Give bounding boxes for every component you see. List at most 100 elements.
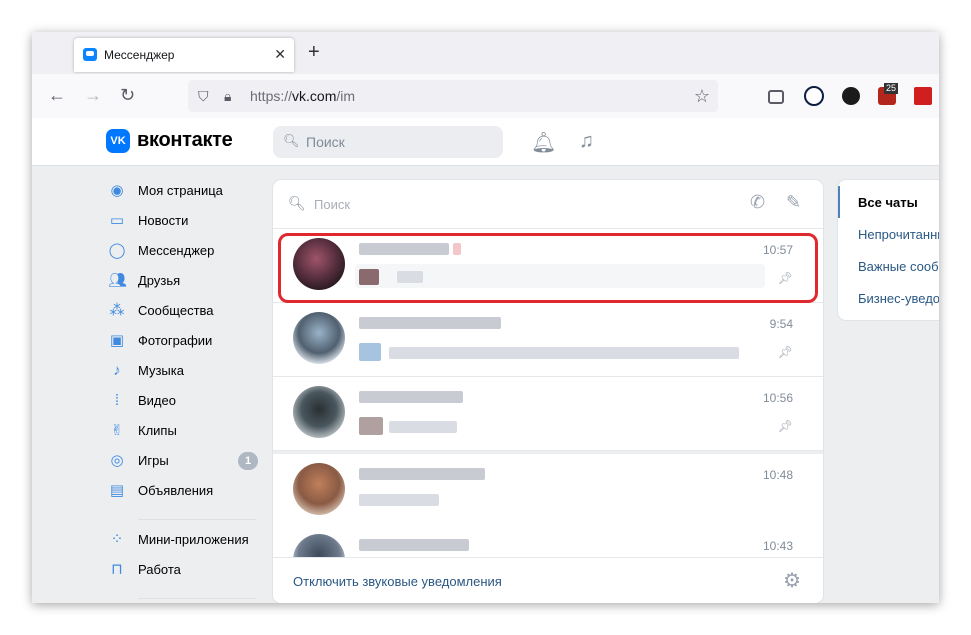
sidebar-item-ads[interactable]: ▤ Объявления <box>108 480 268 504</box>
blurred-contact-name <box>359 243 449 255</box>
blurred-message-text <box>389 421 457 433</box>
sidebar-item-games[interactable]: ◎ Игры 1 <box>108 450 268 474</box>
conversation-item[interactable]: 10:57 📌︎ <box>273 229 823 303</box>
chat-list-panel: 🔍︎ Поиск ✆ ✎ 10:57 📌︎ 9:54 📌︎ 10:56 📌︎ 1… <box>273 180 823 603</box>
navigation-bar: ← → ↻ ⛉ 🔒︎ https://vk.com/im ☆ 25 <box>32 74 939 119</box>
work-icon: ⊓ <box>111 561 123 578</box>
conversation-time: 10:43 <box>762 539 793 553</box>
chat-filters-panel: Все чаты Непрочитанные Важные сообщения … <box>838 180 939 320</box>
conversation-item[interactable]: 9:54 📌︎ <box>273 303 823 377</box>
sidebar-item-mini-apps[interactable]: ⁘ Мини-приложения <box>108 529 268 553</box>
sidebar-item-photos[interactable]: ▣ Фотографии <box>108 330 268 354</box>
vk-search-input[interactable]: 🔍︎ Поиск <box>273 126 503 158</box>
sidebar-item-video[interactable]: ⁞ Видео <box>108 390 268 414</box>
avatar <box>293 386 345 438</box>
sidebar-item-work[interactable]: ⊓ Работа <box>108 559 268 583</box>
blurred-sender-avatar <box>359 417 383 435</box>
sidebar-item-label: Игры <box>138 453 169 468</box>
sidebar-item-my-page[interactable]: ◉ Моя страница <box>108 180 268 204</box>
sidebar-item-label: Друзья <box>138 273 181 288</box>
music-note-icon[interactable]: ♫ <box>579 130 594 153</box>
user-circle-icon: ◉ <box>110 182 124 199</box>
red-extension-icon[interactable] <box>914 87 932 105</box>
sidebar-item-messenger[interactable]: ◯ Мессенджер <box>108 240 268 264</box>
ads-icon: ▤ <box>109 482 125 499</box>
back-arrow-icon[interactable]: ← <box>48 86 66 104</box>
sidebar-item-label: Объявления <box>138 483 214 498</box>
conversation-time: 10:48 <box>762 468 793 482</box>
sidebar-divider <box>138 519 256 520</box>
pin-icon[interactable]: 📌︎ <box>778 345 793 359</box>
sidebar-item-friends[interactable]: 👥︎ Друзья <box>108 270 268 294</box>
avatar <box>293 312 345 364</box>
lock-icon[interactable]: 🔒︎ <box>224 88 231 105</box>
url-bar[interactable]: ⛉ 🔒︎ https://vk.com/im ☆ <box>188 80 718 112</box>
pocket-icon[interactable] <box>768 90 784 104</box>
conversation-time: 10:56 <box>762 391 793 405</box>
browser-window: Мессенджер ✕ + ← → ↻ ⛉ 🔒︎ https://vk.com… <box>32 32 939 603</box>
blurred-message-text <box>397 271 423 283</box>
news-icon: ▭ <box>109 212 125 229</box>
filter-business[interactable]: Бизнес-уведомления <box>838 282 939 314</box>
sidebar-item-label: Моя страница <box>138 183 223 198</box>
vk-search-placeholder: Поиск <box>306 134 345 150</box>
vk-logo-icon[interactable]: VK <box>106 129 130 153</box>
sidebar-item-label: Сообщества <box>138 303 214 318</box>
sidebar-item-label: Новости <box>138 213 189 228</box>
timer-extension-icon[interactable] <box>804 86 824 106</box>
sidebar-item-label: Клипы <box>138 423 177 438</box>
sidebar-item-label: Мессенджер <box>138 243 215 258</box>
avatar <box>293 238 345 290</box>
blurred-contact-name <box>359 391 463 403</box>
close-tab-icon[interactable]: ✕ <box>274 46 286 63</box>
shield-icon[interactable]: ⛉ <box>198 88 209 105</box>
music-icon: ♪ <box>113 362 121 379</box>
browser-tab[interactable]: Мессенджер ✕ <box>74 38 294 72</box>
conversation-item[interactable]: 10:56 📌︎ <box>273 377 823 451</box>
sidebar-item-clips[interactable]: ✌︎ Клипы <box>108 420 268 444</box>
vk-brand-name[interactable]: вконтакте <box>137 129 233 152</box>
sidebar-item-news[interactable]: ▭ Новости <box>108 210 268 234</box>
communities-icon: ⁂ <box>109 302 125 319</box>
filter-label: Все чаты <box>858 195 918 210</box>
notifications-bell-icon[interactable]: 🔔︎ <box>531 130 556 155</box>
tab-title: Мессенджер <box>104 48 175 62</box>
vk-messenger-favicon-icon <box>83 48 97 61</box>
avatar <box>293 463 345 515</box>
dark-extension-icon[interactable] <box>842 87 860 105</box>
conversation-time: 9:54 <box>769 317 793 331</box>
chat-search-placeholder: Поиск <box>314 197 351 212</box>
vk-header: VK вконтакте 🔍︎ Поиск 🔔︎ ♫ <box>32 118 939 166</box>
conversation-item[interactable]: 10:48 <box>273 451 823 528</box>
conversation-time: 10:57 <box>762 243 793 257</box>
message-icon: ◯ <box>108 242 126 259</box>
filter-important[interactable]: Важные сообщения <box>838 250 939 282</box>
sidebar-item-label: Работа <box>138 562 181 577</box>
blurred-sender-avatar <box>359 269 379 285</box>
sidebar-item-label: Музыка <box>138 363 184 378</box>
sidebar-item-music[interactable]: ♪ Музыка <box>108 360 268 384</box>
video-icon: ⁞ <box>114 392 120 409</box>
gear-icon[interactable]: ⚙ <box>783 568 801 593</box>
disable-sound-notifications-link[interactable]: Отключить звуковые уведомления <box>293 574 502 589</box>
filter-unread[interactable]: Непрочитанные <box>838 218 939 250</box>
new-tab-button[interactable]: + <box>308 42 320 62</box>
reload-icon[interactable]: ↻ <box>120 86 135 104</box>
chat-list-footer: Отключить звуковые уведомления ⚙ <box>273 557 823 603</box>
pin-icon[interactable]: 📌︎ <box>778 419 793 433</box>
photo-icon: ▣ <box>109 332 125 349</box>
sidebar-item-communities[interactable]: ⁂ Сообщества <box>108 300 268 324</box>
filter-label: Бизнес-уведомления <box>858 291 939 306</box>
friends-icon: 👥︎ <box>108 272 128 289</box>
forward-arrow-icon[interactable]: → <box>84 86 102 104</box>
url-text[interactable]: https://vk.com/im <box>250 88 355 104</box>
compose-message-icon[interactable]: ✎ <box>786 192 801 213</box>
extension-count-badge: 25 <box>884 83 899 94</box>
sidebar-item-label: Мини-приложения <box>138 532 249 547</box>
search-icon: 🔍︎ <box>288 195 306 211</box>
filter-all-chats[interactable]: Все чаты <box>838 186 939 218</box>
pin-icon[interactable]: 📌︎ <box>778 271 793 285</box>
new-call-icon[interactable]: ✆ <box>750 192 765 213</box>
chat-search-input[interactable]: 🔍︎ Поиск ✆ ✎ <box>273 180 823 229</box>
bookmark-star-icon[interactable]: ☆ <box>694 86 710 107</box>
